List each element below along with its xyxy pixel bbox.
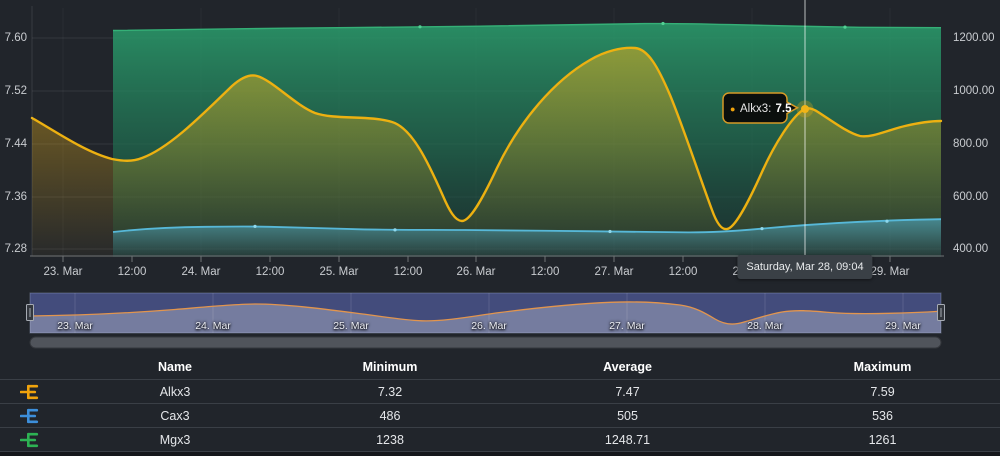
y-tick-label: 7.44 bbox=[0, 136, 27, 152]
y-tick-label: 7.36 bbox=[0, 189, 27, 205]
tooltip-series-name: Alkx3: bbox=[740, 103, 775, 115]
table-bottom-border bbox=[0, 451, 1000, 456]
y-tick-label: 800.00 bbox=[953, 136, 999, 152]
x-tick-label: 12:00 bbox=[531, 264, 560, 280]
x-tick-label: 26. Mar bbox=[457, 264, 496, 280]
series-avg-cell: 1248.71 bbox=[490, 433, 765, 447]
y-tick-label: 1000.00 bbox=[953, 83, 999, 99]
navigator-date-label: 26. Mar bbox=[471, 320, 507, 332]
x-tick-label: 27. Mar bbox=[595, 264, 634, 280]
series-type-icon bbox=[20, 408, 40, 424]
table-row[interactable]: Mgx3 1238 1248.71 1261 bbox=[0, 427, 1000, 451]
y-tick-label: 7.60 bbox=[0, 30, 27, 46]
series-max-cell: 7.59 bbox=[765, 385, 1000, 399]
series-stats-table: Name Minimum Average Maximum Alkx3 7.32 … bbox=[0, 355, 1000, 451]
x-tick-label: 25. Mar bbox=[320, 264, 359, 280]
main-chart-plot-area[interactable]: ● Alkx3: 7.5 bbox=[0, 0, 1000, 290]
series-avg-cell: 505 bbox=[490, 409, 765, 423]
series-type-icon bbox=[20, 384, 40, 400]
series-min-cell: 1238 bbox=[290, 433, 490, 447]
navigator-date-label: 23. Mar bbox=[57, 320, 93, 332]
y-tick-label: 1200.00 bbox=[953, 30, 999, 46]
series-tooltip: ● Alkx3: 7.5 bbox=[723, 93, 798, 123]
navigator-handle-right[interactable] bbox=[938, 305, 945, 321]
series-max-cell: 1261 bbox=[765, 433, 1000, 447]
x-tick-label: 12:00 bbox=[669, 264, 698, 280]
navigator-date-label: 28. Mar bbox=[747, 320, 783, 332]
navigator-date-label: 24. Mar bbox=[195, 320, 231, 332]
tooltip-value: 7.5 bbox=[776, 103, 793, 115]
x-tick-label: 12:00 bbox=[118, 264, 147, 280]
x-tick-label: 12:00 bbox=[394, 264, 423, 280]
navigator-date-label: 25. Mar bbox=[333, 320, 369, 332]
navigator-date-label: 29. Mar bbox=[885, 320, 921, 332]
column-header-maximum: Maximum bbox=[765, 360, 1000, 374]
column-header-minimum: Minimum bbox=[290, 360, 490, 374]
y-tick-label: 400.00 bbox=[953, 241, 999, 257]
crosshair-date-tooltip: Saturday, Mar 28, 09:04 bbox=[737, 255, 872, 279]
series-name-cell: Alkx3 bbox=[60, 385, 290, 399]
series-name-cell: Cax3 bbox=[60, 409, 290, 423]
column-header-average: Average bbox=[490, 360, 765, 374]
series-type-icon bbox=[20, 432, 40, 448]
tooltip-text: ● Alkx3: 7.5 bbox=[730, 103, 792, 115]
x-tick-label: 12:00 bbox=[256, 264, 285, 280]
x-tick-label: 24. Mar bbox=[182, 264, 221, 280]
table-row[interactable]: Cax3 486 505 536 bbox=[0, 403, 1000, 427]
series-avg-cell: 7.47 bbox=[490, 385, 765, 399]
series-min-cell: 486 bbox=[290, 409, 490, 423]
series-name-cell: Mgx3 bbox=[60, 433, 290, 447]
navigator-date-label: 27. Mar bbox=[609, 320, 645, 332]
scrollbar-thumb[interactable] bbox=[30, 337, 941, 348]
navigator-handle-left[interactable] bbox=[27, 305, 34, 321]
x-tick-label: 29. Mar bbox=[871, 264, 910, 280]
column-header-name: Name bbox=[60, 360, 290, 374]
series-min-cell: 7.32 bbox=[290, 385, 490, 399]
y-tick-label: 7.52 bbox=[0, 83, 27, 99]
hover-point-marker bbox=[797, 101, 814, 118]
y-tick-label: 7.28 bbox=[0, 241, 27, 257]
y-tick-label: 600.00 bbox=[953, 189, 999, 205]
tooltip-series-bullet: ● bbox=[730, 104, 735, 114]
dashboard-panel: ● Alkx3: 7.5 7.60 7.52 7.44 7.36 7.28 12… bbox=[0, 0, 1000, 456]
x-tick-label: 23. Mar bbox=[44, 264, 83, 280]
table-header-row: Name Minimum Average Maximum bbox=[0, 355, 1000, 379]
series-max-cell: 536 bbox=[765, 409, 1000, 423]
table-row[interactable]: Alkx3 7.32 7.47 7.59 bbox=[0, 379, 1000, 403]
